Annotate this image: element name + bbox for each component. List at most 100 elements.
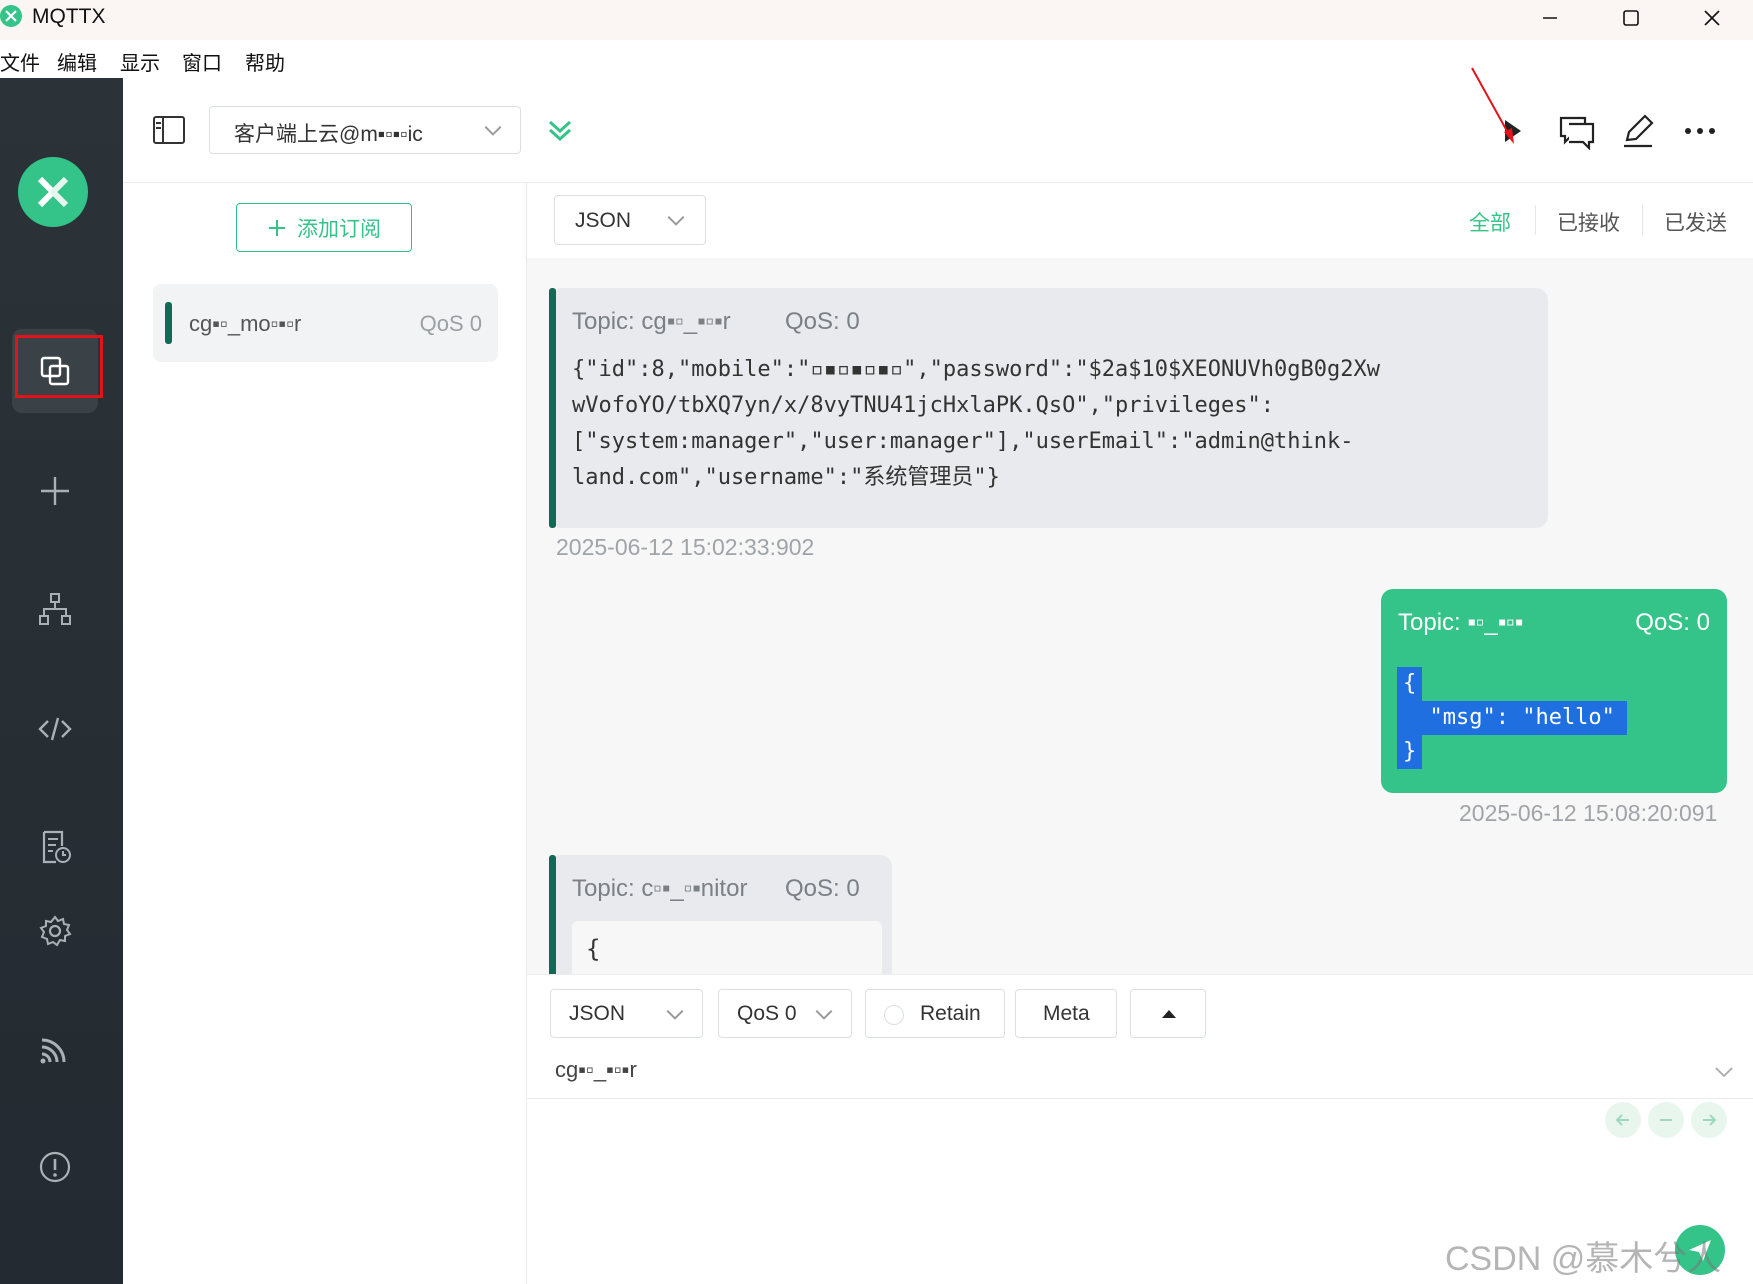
chevron-down-icon[interactable] [1712,1060,1736,1084]
meta-button[interactable]: Meta [1015,989,1117,1038]
messages-icon [1559,116,1595,150]
log-icon [42,830,71,864]
close-window-button[interactable] [1682,0,1742,36]
watermark: CSDN @慕木兮人可 [1445,1240,1722,1278]
messages-button[interactable] [1557,112,1597,150]
subscription-topic: cg▪︎▫︎_mo▫︎▪︎▫︎r [189,311,302,336]
chevron-down-icon [666,1009,684,1020]
annotation-arrow [1471,67,1514,144]
caret-up-icon [1162,1010,1176,1018]
subscription-qos: QoS 0 [419,311,482,336]
sidebar-item-feed[interactable] [12,1007,98,1091]
connection-select[interactable]: 客户端上云@m▪︎▫︎▪︎▫︎ic [209,106,521,154]
tab-sent[interactable]: 已发送 [1664,207,1727,237]
publish-qos-value: QoS 0 [737,1002,797,1025]
compose-divider [527,1098,1753,1099]
chevron-down-icon [484,125,502,136]
retain-label: Retain [920,1002,981,1025]
publish-topic-input[interactable]: cg▪︎▫︎_▪︎▫︎▪︎r [555,1057,637,1083]
message-qos: QoS: 0 [785,308,860,335]
payload-line-selected: "msg": "hello" [1397,701,1627,735]
tab-all[interactable]: 全部 [1469,207,1511,237]
subscription-color-bar [165,302,172,344]
retain-radio[interactable] [884,1005,904,1025]
menu-help[interactable]: 帮助 [245,47,285,76]
message-list[interactable]: Topic: cg▪︎▫︎_▪︎▫︎▪︎r QoS: 0 {"id":8,"mo… [527,258,1753,974]
info-icon [39,1151,71,1183]
publish-format-value: JSON [569,1002,626,1025]
sidebar-item-settings[interactable] [12,889,98,973]
title-bar: MQTTX [0,0,1753,40]
message-received[interactable]: Topic: cg▪︎▫︎_▪︎▫︎▪︎r QoS: 0 {"id":8,"mo… [549,288,1548,528]
tab-divider [1535,205,1536,235]
payload-line: wVofoYO/tbXQ7yn/x/8vyTNU41jcHxlaPK.QsO",… [572,393,1274,418]
more-actions-button[interactable] [1681,114,1719,148]
received-accent-bar [549,288,556,528]
app-logo-icon [0,5,22,27]
payload-line: { [586,935,601,963]
minimize-icon [1543,17,1557,19]
edit-icon [1624,114,1654,148]
payload-format-select[interactable]: JSON [554,195,706,245]
history-next-button[interactable] [1691,1102,1727,1138]
menu-file[interactable]: 文件 [0,47,40,76]
publish-qos-select[interactable]: QoS 0 [718,989,852,1038]
double-chevron-down-icon [548,120,572,142]
message-toolbar: JSON 全部 已接收 已发送 [527,183,1753,258]
maximize-button[interactable] [1601,0,1661,36]
menu-window[interactable]: 窗口 [182,47,222,76]
minimize-button[interactable] [1520,0,1580,36]
message-topic: Topic: c▫︎▪︎_▫︎▪︎nitor [572,875,748,902]
sidebar-item-about[interactable] [12,1125,98,1209]
payload-code-block: { [572,921,882,974]
plus-icon [41,477,69,505]
minus-icon [1660,1119,1672,1121]
message-payload: {"id":8,"mobile":"▫︎▪︎▫︎▪︎▫︎▪︎▫︎","passw… [572,352,1380,496]
menu-view[interactable]: 显示 [120,47,160,76]
payload-line-selected: { [1397,667,1423,701]
sidebar-item-script[interactable] [12,687,98,771]
add-subscription-label: 添加订阅 [297,217,381,241]
gear-icon [39,915,72,947]
chevron-down-icon [815,1009,833,1020]
toggle-sidebar-button[interactable] [151,114,187,146]
feed-icon [40,1038,66,1064]
edit-connection-button[interactable] [1619,112,1657,150]
add-subscription-button[interactable]: 添加订阅 [236,203,412,252]
arrow-left-icon [1615,1114,1629,1126]
annotation-highlight-box [15,335,103,398]
panel-toggle-icon [153,116,185,144]
sidebar [0,78,123,1284]
payload-line-selected: } [1397,735,1423,769]
meta-label: Meta [1043,1002,1090,1025]
history-prev-button[interactable] [1605,1102,1641,1138]
sidebar-item-log[interactable] [12,805,98,889]
subscription-item[interactable]: cg▪︎▫︎_mo▫︎▪︎▫︎r QoS 0 [153,284,498,362]
connection-name: 客户端上云@m▪︎▫︎▪︎▫︎ic [234,123,423,146]
more-icon [1685,128,1715,134]
subscriptions-panel: 添加订阅 cg▪︎▫︎_mo▫︎▪︎▫︎r QoS 0 [123,183,527,1284]
message-qos: QoS: 0 [785,875,860,902]
message-received[interactable]: Topic: c▫︎▪︎_▫︎▪︎nitor QoS: 0 { [549,855,892,974]
sidebar-item-new-connection[interactable] [12,449,98,533]
sidebar-item-topology[interactable] [12,567,98,651]
expand-publish-button[interactable] [1130,989,1206,1038]
publish-format-select[interactable]: JSON [550,989,703,1038]
tab-received[interactable]: 已接收 [1557,207,1620,237]
history-clear-button[interactable] [1648,1102,1684,1138]
message-timestamp: 2025-06-12 15:08:20:091 [1459,800,1718,826]
received-accent-bar [549,855,556,974]
message-topic: Topic: cg▪︎▫︎_▪︎▫︎▪︎r [572,308,731,335]
window-title: MQTTX [32,5,106,28]
retain-toggle[interactable]: Retain [865,989,1005,1038]
collapse-button[interactable] [545,116,575,146]
message-topic: Topic: ▪︎▫︎_▪︎▫︎▪︎ [1398,609,1524,636]
message-sent[interactable]: Topic: ▪︎▫︎_▪︎▫︎▪︎ QoS: 0 { "msg": "hell… [1381,589,1727,793]
menu-edit[interactable]: 编辑 [57,47,97,76]
message-timestamp: 2025-06-12 15:02:33:902 [556,534,815,560]
arrow-right-icon [1703,1114,1717,1126]
mqttx-logo-icon [18,157,88,227]
payload-format-value: JSON [575,209,632,232]
plus-icon [269,219,285,236]
close-icon [1704,10,1720,26]
